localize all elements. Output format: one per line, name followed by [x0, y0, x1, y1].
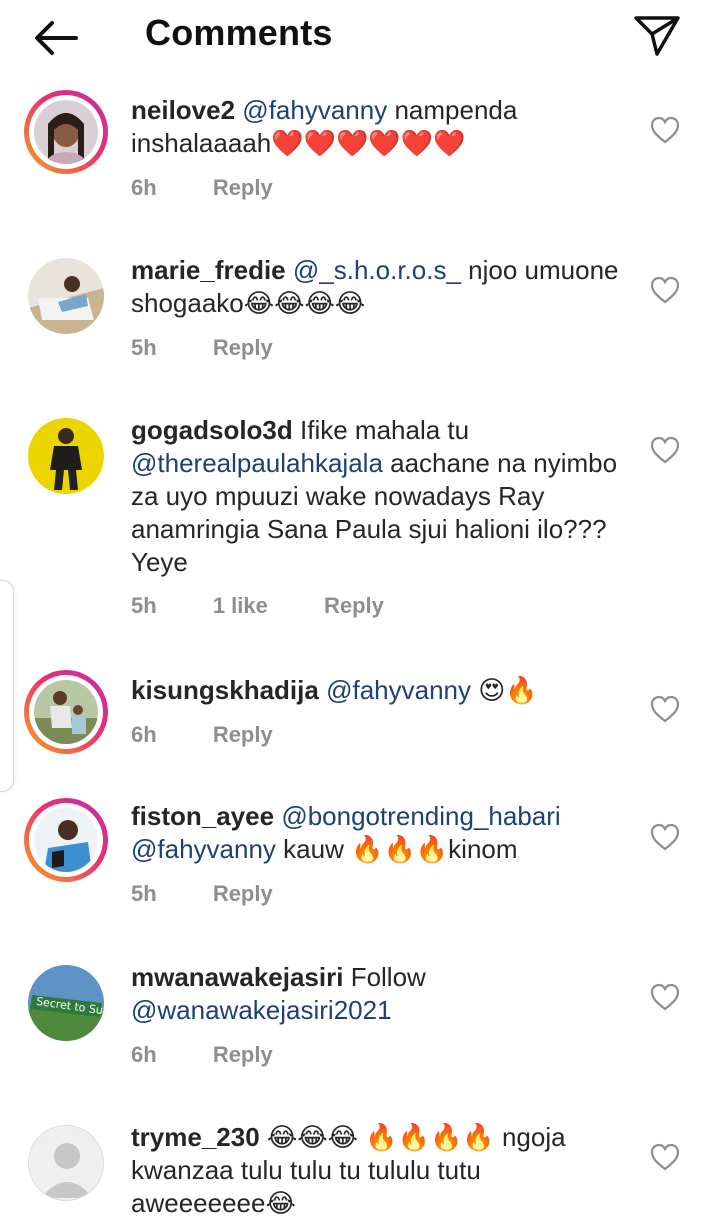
comment-time: 5h [131, 881, 157, 906]
comment-time: 5h [131, 335, 157, 360]
comment-mention[interactable]: @therealpaulahkajala [131, 448, 383, 478]
profile-photo-icon [28, 418, 104, 494]
page-title: Comments [145, 12, 333, 53]
comment-mention[interactable]: @wanawakejasiri2021 [131, 995, 392, 1025]
paper-plane-icon [634, 16, 680, 56]
avatar[interactable]: Secret to Succe [28, 965, 104, 1041]
avatar[interactable] [28, 418, 104, 494]
comment-text: Follow [343, 962, 426, 992]
profile-photo-icon [34, 680, 98, 744]
comment-meta: 5h Reply [131, 881, 323, 907]
comment-time: 5h [131, 593, 157, 618]
comment-meta: 6h Reply [131, 722, 323, 748]
heart-icon[interactable] [650, 276, 680, 304]
heart-icon[interactable] [650, 436, 680, 464]
default-avatar-icon [29, 1126, 103, 1200]
edge-panel-handle[interactable] [0, 580, 14, 792]
comment-username[interactable]: mwanawakejasiri [131, 962, 343, 992]
comment-time: 6h [131, 722, 157, 747]
comment-text: Ifike mahala tu [292, 415, 470, 445]
share-button[interactable] [628, 10, 684, 58]
comment-meta: 5h Reply [131, 335, 323, 361]
comment-username[interactable]: kisungskhadija [131, 675, 319, 705]
profile-photo-icon: Secret to Succe [28, 965, 104, 1041]
reply-button[interactable]: Reply [213, 881, 273, 906]
comment-mention[interactable]: @fahyvanny [326, 675, 471, 705]
heart-icon[interactable] [650, 823, 680, 851]
profile-photo-icon [34, 100, 98, 164]
comment-time: 6h [131, 175, 157, 200]
avatar[interactable] [28, 258, 104, 334]
avatar[interactable] [28, 1125, 104, 1201]
back-button[interactable] [28, 14, 84, 62]
reply-button[interactable]: Reply [213, 175, 273, 200]
comment-mention[interactable]: @_s.h.o.r.o.s_ [293, 255, 461, 285]
like-count[interactable]: 1 like [213, 593, 268, 618]
reply-button[interactable]: Reply [324, 593, 384, 618]
comment-meta: 6h Reply [131, 175, 323, 201]
comment-username[interactable]: fiston_ayee [131, 801, 274, 831]
heart-icon[interactable] [650, 116, 680, 144]
reply-button[interactable]: Reply [213, 1042, 273, 1067]
avatar[interactable] [24, 90, 108, 174]
reply-button[interactable]: Reply [213, 722, 273, 747]
comment-username[interactable]: marie_fredie [131, 255, 286, 285]
comment-mention[interactable]: @bongotrending_habari [281, 801, 560, 831]
heart-icon[interactable] [650, 983, 680, 1011]
comment-username[interactable]: neilove2 [131, 95, 235, 125]
top-bar: Comments [0, 0, 720, 72]
comment-text: kauw 🔥🔥🔥kinom [275, 834, 518, 864]
comment-username[interactable]: gogadsolo3d [131, 415, 293, 445]
avatar[interactable] [24, 670, 108, 754]
comment-mention[interactable]: @fahyvanny [131, 834, 276, 864]
comment-meta: 6h Reply [131, 1042, 323, 1068]
comment-text: 😍🔥 [471, 675, 538, 705]
comment-time: 6h [131, 1042, 157, 1067]
comment-mention[interactable]: @fahyvanny [242, 95, 387, 125]
comment-username[interactable]: tryme_230 [131, 1122, 260, 1152]
profile-photo-icon [28, 258, 104, 334]
profile-photo-icon [34, 808, 98, 872]
heart-icon[interactable] [650, 1143, 680, 1171]
avatar[interactable] [24, 798, 108, 882]
arrow-left-icon [35, 21, 78, 55]
reply-button[interactable]: Reply [213, 335, 273, 360]
comment-meta: 5h 1 like Reply [131, 593, 434, 619]
heart-icon[interactable] [650, 695, 680, 723]
